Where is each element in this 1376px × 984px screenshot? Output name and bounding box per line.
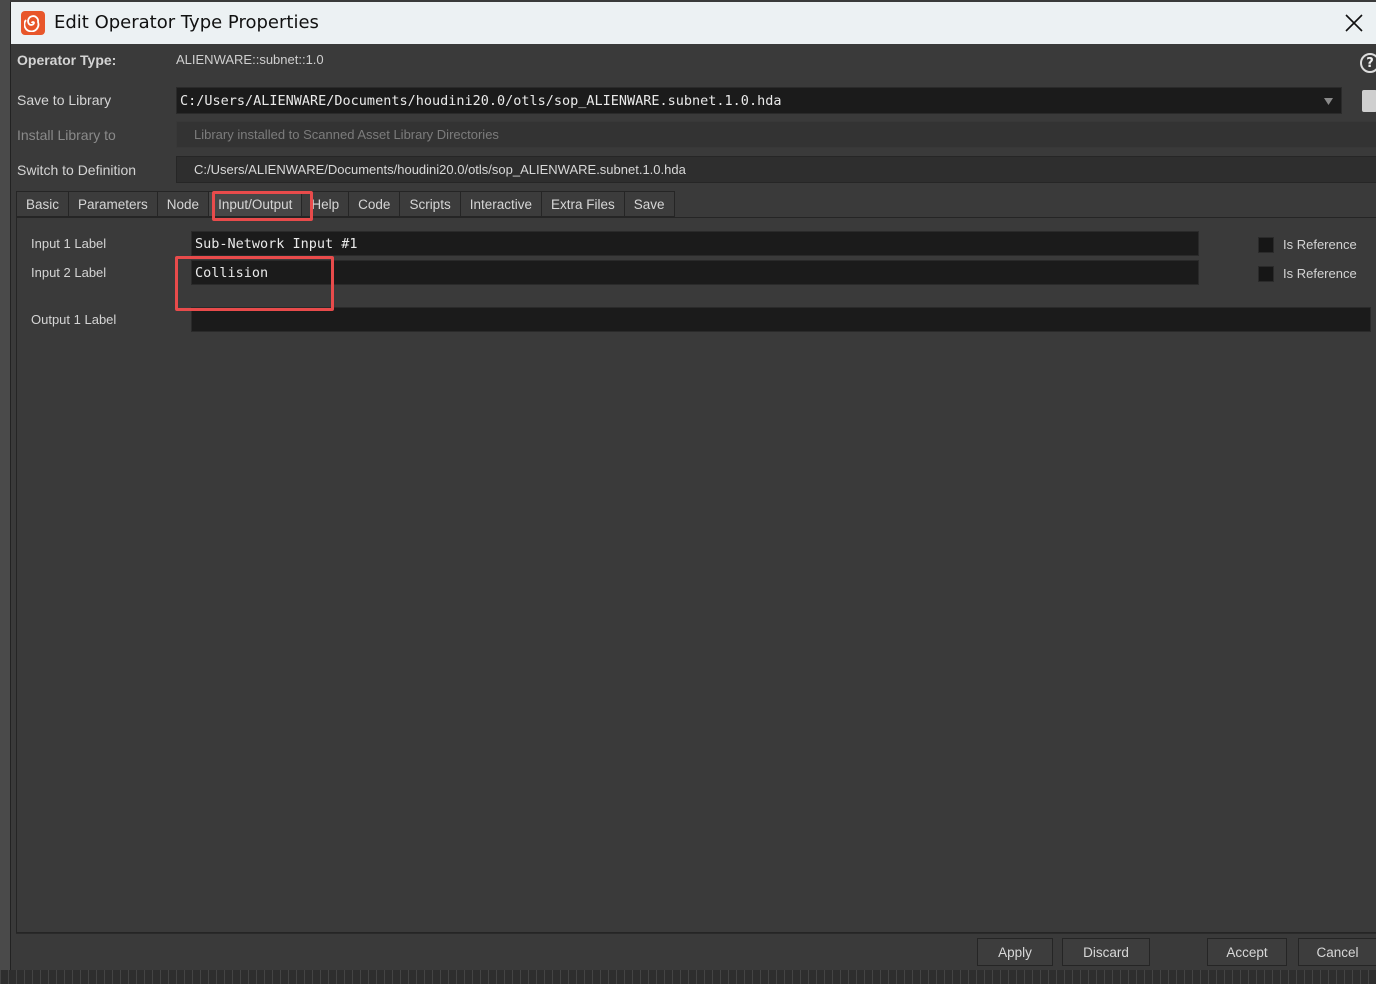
switch-definition-dropdown[interactable]: C:/Users/ALIENWARE/Documents/houdini20.0… (176, 156, 1376, 183)
operator-type-label: Operator Type: (17, 52, 117, 68)
houdini-app-icon (21, 11, 45, 35)
footer-divider (16, 933, 1376, 934)
tab-bar: Basic Parameters Node Input/Output Help … (16, 191, 675, 217)
discard-button[interactable]: Discard (1062, 938, 1150, 966)
install-library-label: Install Library to (17, 127, 116, 143)
tab-scripts[interactable]: Scripts (400, 191, 461, 217)
input1-is-reference-label: Is Reference (1283, 237, 1357, 252)
switch-definition-label: Switch to Definition (17, 162, 137, 178)
background-left-edge (0, 0, 10, 984)
input1-is-reference-checkbox[interactable] (1258, 237, 1274, 253)
tab-parameters[interactable]: Parameters (69, 191, 158, 217)
cancel-button[interactable]: Cancel (1298, 938, 1376, 966)
tab-code[interactable]: Code (349, 191, 401, 217)
input1-label: Input 1 Label (31, 236, 107, 251)
file-chooser-icon[interactable] (1362, 90, 1376, 112)
tab-node[interactable]: Node (157, 191, 210, 217)
background-bottom-strip (0, 970, 1376, 984)
output1-label: Output 1 Label (31, 312, 117, 327)
apply-button[interactable]: Apply (977, 938, 1053, 966)
tab-extra-files[interactable]: Extra Files (541, 191, 625, 217)
tab-save[interactable]: Save (624, 191, 675, 217)
input1-value: Sub-Network Input #1 (195, 236, 358, 252)
accept-button[interactable]: Accept (1207, 938, 1287, 966)
save-to-library-field[interactable]: C:/Users/ALIENWARE/Documents/houdini20.0… (176, 87, 1342, 114)
input2-is-reference-label: Is Reference (1283, 266, 1357, 281)
install-library-field: Library installed to Scanned Asset Libra… (176, 121, 1376, 148)
input2-is-reference-checkbox[interactable] (1258, 266, 1274, 282)
chevron-down-icon[interactable] (1324, 98, 1333, 105)
input2-label: Input 2 Label (31, 265, 107, 280)
input2-field[interactable]: Collision (191, 260, 1199, 285)
close-icon (1345, 14, 1363, 32)
tab-basic[interactable]: Basic (16, 191, 70, 217)
close-button[interactable] (1331, 2, 1376, 44)
install-library-value: Library installed to Scanned Asset Libra… (194, 127, 499, 142)
operator-type-value: ALIENWARE::subnet::1.0 (176, 52, 324, 67)
title-bar: Edit Operator Type Properties (11, 2, 1376, 44)
highlight-input2-field (175, 256, 334, 311)
highlight-tab-input-output (212, 191, 313, 221)
window-title: Edit Operator Type Properties (54, 12, 319, 33)
tab-interactive[interactable]: Interactive (460, 191, 542, 217)
save-to-library-label: Save to Library (17, 92, 112, 108)
save-to-library-path: C:/Users/ALIENWARE/Documents/houdini20.0… (180, 93, 782, 109)
help-icon[interactable]: ? (1360, 53, 1376, 73)
edit-operator-type-dialog: Edit Operator Type Properties Operator T… (10, 2, 1376, 970)
input1-field[interactable]: Sub-Network Input #1 (191, 231, 1199, 256)
output1-field[interactable] (191, 307, 1371, 332)
switch-definition-value: C:/Users/ALIENWARE/Documents/houdini20.0… (194, 162, 686, 177)
